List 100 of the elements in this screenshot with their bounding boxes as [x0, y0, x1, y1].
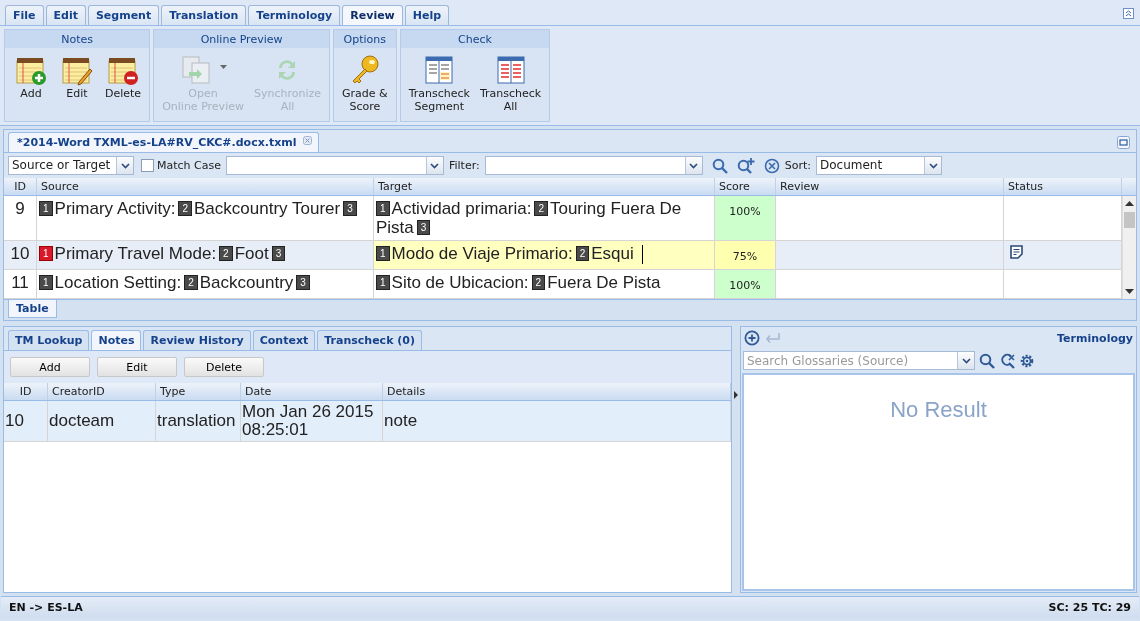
match-case-checkbox[interactable]	[141, 159, 154, 172]
source-cell: 1 Primary Travel Mode: 2 Foot 3	[37, 241, 374, 269]
ribbon-button[interactable]: Edit	[54, 50, 100, 103]
target-editor[interactable]: 1 Modo de Viaje Primario: 2 Esqui	[374, 241, 715, 269]
target-cell: 1 Sito de Ubicacion: 2 Fuera De Pista	[374, 270, 715, 298]
view-tab[interactable]: Table	[8, 300, 57, 318]
scroll-thumb[interactable]	[1124, 212, 1135, 228]
menu-tab[interactable]: Edit	[45, 5, 86, 25]
search-field[interactable]	[226, 156, 444, 175]
collapse-icon[interactable]	[1123, 8, 1134, 19]
column-header[interactable]: CreatorID	[48, 383, 156, 400]
menu-tab[interactable]: Terminology	[248, 5, 341, 25]
panel-tab[interactable]: Context	[252, 330, 316, 350]
close-icon[interactable]	[302, 136, 312, 145]
tag-marker: 1	[376, 246, 390, 261]
table-cell: note	[383, 401, 731, 441]
maximize-icon[interactable]	[1117, 136, 1130, 149]
column-header[interactable]: Review	[776, 178, 1004, 195]
sort-dropdown[interactable]: Document	[816, 156, 942, 175]
search-plus-icon[interactable]	[736, 157, 755, 174]
panel-tab[interactable]: TM Lookup	[8, 330, 90, 350]
table-cell: 10	[4, 401, 48, 441]
note-action-button[interactable]: Edit	[97, 357, 177, 377]
group-title: Check	[400, 30, 550, 48]
menu-tab[interactable]: Review	[342, 5, 403, 25]
column-header[interactable]: Status	[1004, 178, 1122, 195]
menu-tab[interactable]: Help	[404, 5, 450, 25]
clear-icon[interactable]	[763, 157, 780, 174]
ribbon-button[interactable]: Grade & Score	[337, 50, 393, 116]
document-columns-icon	[494, 54, 527, 86]
score-cell: 100%	[715, 270, 776, 298]
panel-title: Terminology	[1057, 331, 1133, 345]
chevron-down-icon[interactable]	[120, 162, 130, 169]
tag-marker: 3	[416, 220, 431, 235]
tag-marker: 2	[184, 275, 198, 290]
column-header[interactable]: Score	[715, 178, 776, 195]
note-action-button[interactable]: Delete	[184, 357, 264, 377]
menu-tab[interactable]: Segment	[87, 5, 160, 25]
arrow-right-icon[interactable]	[734, 390, 738, 399]
menu-tab[interactable]: File	[5, 5, 44, 25]
error-tag-marker: 1	[39, 246, 53, 261]
source-cell: 1 Primary Activity: 2 Backcountry Tourer 3	[37, 196, 374, 240]
segment-counts: SC: 25 TC: 29	[1048, 601, 1131, 614]
menu-tab[interactable]: Translation	[161, 5, 247, 25]
document-columns-icon	[423, 54, 456, 86]
column-header[interactable]: Type	[156, 383, 241, 400]
chevron-down-icon[interactable]	[961, 357, 971, 364]
table-cell: translation	[156, 401, 241, 441]
filter-field[interactable]	[484, 156, 703, 175]
ribbon-button[interactable]: Add	[8, 50, 54, 103]
chevron-down-icon[interactable]	[689, 162, 699, 169]
search-icon[interactable]	[711, 157, 728, 174]
ribbon-button[interactable]: Transcheck All	[474, 50, 547, 116]
segment-id: 11	[4, 270, 37, 298]
score-cell: 75%	[715, 241, 776, 269]
group-title: Online Preview	[154, 30, 330, 48]
settings-icon[interactable]	[1019, 352, 1035, 369]
scrollbar[interactable]	[1122, 196, 1136, 299]
segment-row[interactable]: 11 1 Location Setting: 2 Backcountry 3 1 Sito de Ubicacion: 2 Fuera De Pista 100%	[4, 270, 1122, 299]
note-action-button[interactable]: Add	[10, 357, 90, 377]
glossary-search-field[interactable]: Search Glossaries (Source)	[743, 351, 975, 370]
score-cell: 100%	[715, 196, 776, 240]
column-header[interactable]: ID	[4, 178, 37, 195]
note-icon[interactable]	[1010, 245, 1023, 259]
column-header[interactable]: Source	[37, 178, 374, 195]
clear-search-icon[interactable]	[999, 352, 1015, 369]
group-title: Notes	[5, 30, 150, 48]
add-icon[interactable]	[744, 330, 760, 346]
tag-marker: 2	[534, 201, 548, 216]
arrow-down-icon[interactable]	[1125, 289, 1134, 295]
table-cell: docteam	[48, 401, 156, 441]
tag-marker: 3	[343, 201, 357, 216]
segment-id: 10	[4, 241, 37, 269]
column-header[interactable]: Details	[383, 383, 731, 400]
target-cell: 1 Actividad primaria: 2 Touring Fuera De Pista 3	[374, 196, 715, 240]
tag-marker: 1	[376, 275, 390, 290]
tag-marker: 2	[219, 246, 233, 261]
empty-message: No Result	[890, 397, 987, 423]
documents-arrow-icon	[179, 54, 212, 86]
ribbon-button[interactable]: Transcheck Segment	[403, 50, 475, 116]
panel-tab[interactable]: Review History	[143, 330, 251, 350]
sort-label: Sort:	[784, 159, 811, 172]
tag-marker: 3	[296, 275, 310, 290]
segment-row[interactable]: 10 1 Primary Travel Mode: 2 Foot 3 1 Modo de Viaje Primario: 2 Esqui 75%	[4, 241, 1122, 270]
tag-marker: 2	[531, 275, 546, 290]
chevron-down-icon[interactable]	[928, 162, 938, 169]
column-header[interactable]: ID	[4, 383, 48, 400]
search-icon[interactable]	[979, 352, 995, 369]
scope-dropdown[interactable]: Source or Target	[8, 156, 134, 175]
panel-tab[interactable]: Notes	[91, 330, 142, 350]
chevron-down-icon[interactable]	[430, 162, 440, 169]
language-pair: EN -> ES-LA	[9, 601, 83, 614]
tag-marker: 3	[271, 246, 286, 261]
column-header[interactable]: Date	[241, 383, 383, 400]
panel-tab[interactable]: Transcheck (0)	[317, 330, 422, 350]
tag-marker: 1	[39, 275, 53, 290]
document-tab[interactable]: *2014-Word TXML-es-LA#RV_CKC#.docx.txml	[8, 132, 319, 152]
ribbon-button[interactable]: Delete	[100, 50, 147, 103]
column-header[interactable]: Target	[374, 178, 715, 195]
arrow-up-icon[interactable]	[1125, 200, 1134, 206]
